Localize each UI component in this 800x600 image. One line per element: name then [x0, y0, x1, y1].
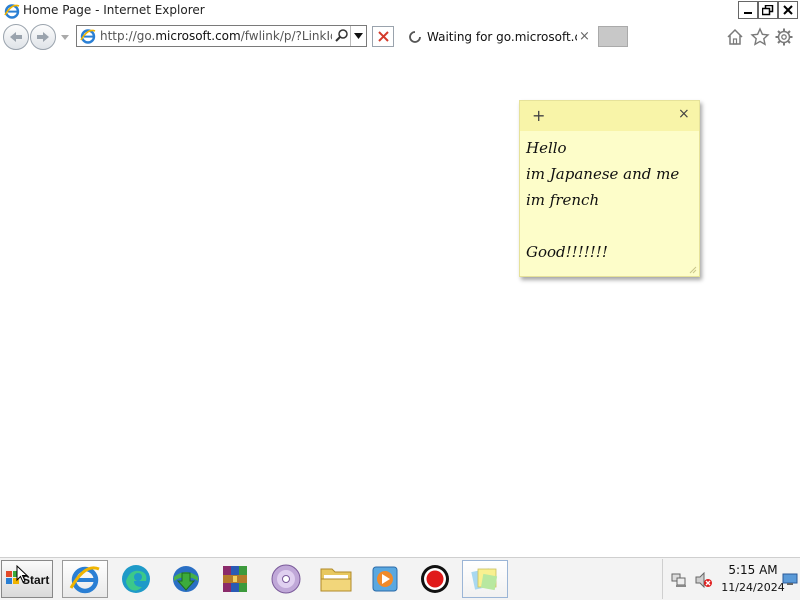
forward-button[interactable]	[30, 24, 56, 50]
chevron-down-icon	[354, 33, 363, 39]
ie-icon	[4, 4, 20, 19]
taskbar-dvd[interactable]	[263, 560, 309, 598]
sticky-line: Hello	[526, 139, 567, 157]
title-bar: Home Page - Internet Explorer	[0, 0, 800, 22]
media-player-icon	[372, 566, 398, 592]
window-title: Home Page - Internet Explorer	[23, 3, 205, 17]
gear-icon[interactable]	[774, 27, 794, 47]
ie-icon	[80, 29, 96, 44]
taskbar-edge[interactable]	[113, 560, 159, 598]
sticky-note[interactable]: + × Hello im Japanese and me im french G…	[519, 100, 700, 277]
resize-grip-icon[interactable]	[689, 266, 697, 274]
sticky-close-button[interactable]: ×	[678, 106, 690, 122]
sticky-line: Good!!!!!!!	[526, 243, 608, 261]
clock-date[interactable]: 11/24/2024	[715, 581, 791, 594]
record-icon	[421, 565, 449, 593]
winrar-icon	[223, 566, 247, 592]
network-icon[interactable]	[671, 572, 687, 588]
taskbar-download-manager[interactable]	[163, 560, 209, 598]
recent-pages-dropdown[interactable]	[60, 32, 70, 42]
close-icon	[783, 5, 793, 15]
sticky-line: im french	[526, 191, 600, 209]
internet-explorer-icon	[69, 566, 100, 594]
volume-muted-icon[interactable]	[695, 572, 713, 588]
loading-spinner-icon	[409, 31, 421, 43]
edge-icon	[122, 565, 150, 593]
mouse-cursor-icon	[16, 565, 28, 583]
restore-button[interactable]	[758, 1, 778, 19]
show-desktop-icon[interactable]	[782, 571, 798, 587]
dvd-icon	[271, 564, 301, 594]
back-button[interactable]	[3, 24, 29, 50]
sticky-note-header[interactable]: + ×	[520, 101, 699, 131]
file-explorer-icon	[320, 568, 352, 592]
taskbar: Start 5:15 AM 11/24/2024	[0, 557, 800, 600]
favorites-star-icon[interactable]	[750, 27, 770, 47]
clock-time[interactable]: 5:15 AM	[723, 563, 783, 577]
minimize-icon	[744, 12, 752, 14]
back-arrow-icon	[10, 32, 22, 42]
tab-close-button[interactable]: ×	[579, 29, 590, 44]
close-button[interactable]	[778, 1, 798, 19]
sticky-note-text[interactable]: Hello im Japanese and me im french Good!…	[526, 135, 696, 265]
download-manager-icon	[173, 566, 199, 592]
forward-arrow-icon	[37, 32, 49, 42]
taskbar-file-explorer[interactable]	[313, 560, 359, 598]
address-dropdown-button[interactable]	[350, 26, 366, 46]
search-icon[interactable]	[334, 28, 350, 44]
address-url[interactable]: http://go.microsoft.com/fwlink/p/?LinkId…	[100, 29, 332, 43]
sticky-add-button[interactable]: +	[532, 106, 545, 125]
stop-x-icon	[377, 31, 389, 42]
navigation-bar: http://go.microsoft.com/fwlink/p/?LinkId…	[0, 22, 800, 52]
stop-button[interactable]	[372, 26, 394, 47]
sticky-notes-icon	[471, 568, 498, 591]
minimize-button[interactable]	[738, 1, 758, 19]
tab-title: Waiting for go.microsoft.c...	[427, 30, 577, 44]
taskbar-winrar[interactable]	[213, 560, 259, 598]
system-tray: 5:15 AM 11/24/2024	[662, 559, 800, 599]
home-icon[interactable]	[725, 27, 745, 47]
sticky-line: im Japanese and me	[526, 165, 680, 183]
address-bar[interactable]: http://go.microsoft.com/fwlink/p/?LinkId…	[76, 25, 367, 47]
taskbar-internet-explorer[interactable]	[62, 560, 108, 598]
sticky-line	[526, 213, 696, 239]
taskbar-media-player[interactable]	[362, 560, 408, 598]
taskbar-recorder[interactable]	[412, 560, 458, 598]
restore-icon	[762, 4, 774, 15]
new-tab-button[interactable]	[598, 26, 628, 47]
tab-home-page[interactable]: Waiting for go.microsoft.c... ×	[400, 25, 596, 49]
taskbar-sticky-notes[interactable]	[462, 560, 508, 598]
start-button[interactable]: Start	[1, 560, 53, 598]
